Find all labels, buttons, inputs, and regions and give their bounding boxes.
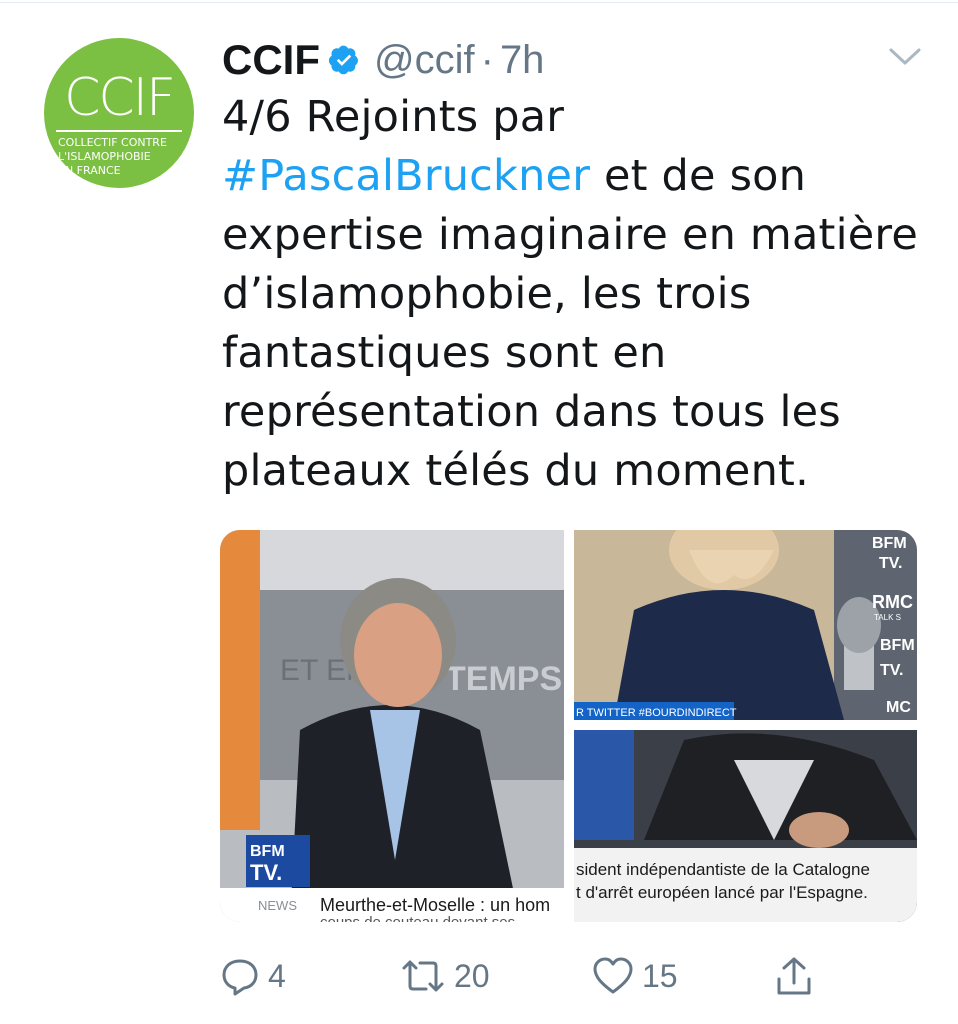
media-photo-top-right[interactable]: BFM TV. RMC TALK S BFM TV. MC R TWITTER … xyxy=(574,530,917,720)
display-name[interactable]: CCIF xyxy=(222,36,320,84)
avatar-logo-text: CCIF xyxy=(64,68,176,128)
side-logo-text: TV. xyxy=(880,662,903,679)
tv-interview-photo: BFM TV. RMC TALK S BFM TV. MC R TWITTER … xyxy=(574,530,917,720)
text-fragment: 4/6 Rejoints par xyxy=(222,92,565,142)
side-logo-text: BFM xyxy=(880,637,915,654)
retweet-count: 20 xyxy=(454,957,490,994)
avatar-logo-subtitle-line: L'ISLAMOPHOBIE xyxy=(58,150,151,163)
tweet-actions: 4 20 15 xyxy=(220,950,860,1006)
avatar[interactable]: CCIF COLLECTIF CONTRE L'ISLAMOPHOBIE EN … xyxy=(44,38,194,188)
retweet-icon xyxy=(402,960,444,992)
avatar-logo-subtitle-line: EN FRANCE xyxy=(58,164,121,177)
text-fragment: d’islamophobie, les trois xyxy=(222,269,752,319)
timestamp[interactable]: 7h xyxy=(500,38,545,83)
text-fragment: fantastiques sont en xyxy=(222,328,667,378)
side-logo-text: MC xyxy=(886,699,911,716)
tweet-text: 4/6 Rejoints par #PascalBruckner et de s… xyxy=(222,88,922,501)
tweet-text-line: expertise imaginaire en matière xyxy=(222,206,922,265)
top-divider xyxy=(0,2,958,3)
user-handle[interactable]: @ccif xyxy=(374,38,475,83)
text-fragment: expertise imaginaire en matière xyxy=(222,210,919,260)
text-fragment: représentation dans tous les xyxy=(222,387,841,437)
like-count: 15 xyxy=(642,957,678,994)
ticker-text: Meurthe-et-Moselle : un hom xyxy=(320,895,550,915)
avatar-logo-subtitle-line: COLLECTIF CONTRE xyxy=(58,136,167,149)
heart-icon xyxy=(593,957,633,994)
news-label: NEWS xyxy=(258,898,297,913)
hashtag-link[interactable]: #PascalBruckner xyxy=(222,151,590,201)
tweet-header: CCIF @ccif · 7h xyxy=(222,30,544,90)
media-photo-left[interactable]: ET EN TEMPS BFM TV. NEWS Meurthe-et-Mose… xyxy=(220,530,564,922)
media-photo-bottom-right[interactable]: sident indépendantiste de la Catalogne t… xyxy=(574,730,917,922)
side-logo-text: RMC xyxy=(872,592,913,612)
news-report-photo: sident indépendantiste de la Catalogne t… xyxy=(574,730,917,922)
tweet-text-line: 4/6 Rejoints par xyxy=(222,88,922,147)
like-button[interactable]: 15 xyxy=(592,950,678,1002)
reply-button[interactable]: 4 xyxy=(220,950,286,1002)
text-fragment: et de son xyxy=(590,151,807,201)
tweet-text-line: #PascalBruckner et de son xyxy=(222,147,922,206)
chevron-down-icon[interactable] xyxy=(888,46,922,68)
verified-badge-icon xyxy=(328,45,358,75)
share-button[interactable] xyxy=(774,950,814,1002)
backdrop-text: TEMPS xyxy=(445,660,562,698)
media-grid: ET EN TEMPS BFM TV. NEWS Meurthe-et-Mose… xyxy=(220,530,917,922)
hashtag-banner: R TWITTER #BOURDINDIRECT xyxy=(576,707,737,719)
news-caption: t d'arrêt européen lancé par l'Espagne. xyxy=(576,883,868,902)
side-logo-text: TALK S xyxy=(874,613,901,622)
side-logo-text: TV. xyxy=(879,555,902,572)
retweet-button[interactable]: 20 xyxy=(400,950,490,1002)
ticker-text: coups de couteau devant ses xyxy=(320,914,515,922)
tweet-text-line: plateaux télés du moment. xyxy=(222,442,922,501)
avatar-logo-rule xyxy=(56,130,182,132)
separator-dot: · xyxy=(480,37,494,82)
reply-count: 4 xyxy=(268,957,286,994)
tweet-text-line: fantastiques sont en xyxy=(222,324,922,383)
text-fragment: plateaux télés du moment. xyxy=(222,446,809,496)
channel-logo-text: TV. xyxy=(250,860,282,885)
avatar-logo-subtitle: COLLECTIF CONTRE L'ISLAMOPHOBIE EN FRANC… xyxy=(58,136,188,178)
share-icon xyxy=(777,957,811,995)
channel-logo-text: BFM xyxy=(250,843,285,860)
tweet-text-line: représentation dans tous les xyxy=(222,383,922,442)
tv-studio-photo: ET EN TEMPS BFM TV. NEWS Meurthe-et-Mose… xyxy=(220,530,564,922)
side-logo-text: BFM xyxy=(872,535,907,552)
news-caption: sident indépendantiste de la Catalogne xyxy=(576,860,870,879)
tweet-text-line: d’islamophobie, les trois xyxy=(222,265,922,324)
reply-icon xyxy=(222,959,258,996)
